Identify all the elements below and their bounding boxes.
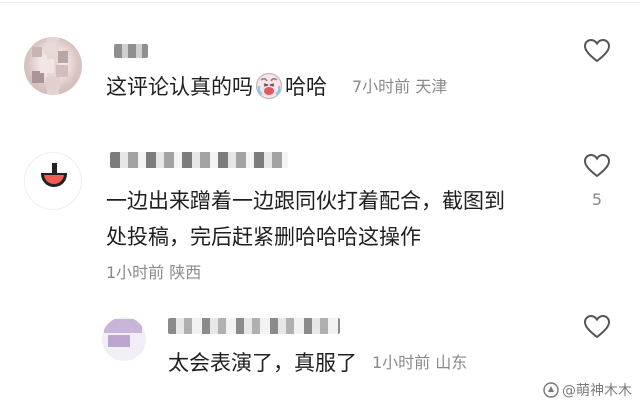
comment-text-part: 这评论认真的吗 [106,75,253,99]
avatar-graphic [41,173,67,187]
avatar[interactable] [102,317,146,361]
avatar-graphic [108,335,130,347]
comment-time: 1小时前 [372,353,431,372]
top-divider [0,2,640,3]
username-blurred[interactable] [110,152,288,168]
comment-time: 1小时前 [106,263,165,282]
avatar-graphic [104,319,142,333]
watermark: @萌神木木 [543,382,632,400]
comment-location: 陕西 [169,263,202,282]
comment-location: 山东 [435,353,468,372]
comment-meta: 1小时前 山东 [372,353,467,373]
username-blurred[interactable] [114,44,148,58]
watermark-text: @萌神木木 [562,383,632,399]
heart-outline-icon[interactable] [582,151,612,181]
comment-time: 7小时前 [352,77,411,96]
comment-section: 这评论认真的吗 哈哈 7小时前 天津 一边出来蹭着一边跟同伙打着配合，截图到 处… [0,0,640,408]
heart-outline-icon[interactable] [582,36,612,66]
comment-meta: 7小时前 天津 [352,77,447,97]
comment-location: 天津 [415,77,448,96]
comment-text: 这评论认真的吗 哈哈 [106,72,327,102]
comment-text-line: 处投稿，完后赶紧删哈哈哈这操作 [106,225,421,249]
avatar-graphic [52,163,57,173]
comment-text: 太会表演了，真服了 [168,351,357,375]
avatar[interactable] [24,152,82,210]
weibo-badge-icon [543,382,559,398]
like-count: 5 [591,190,603,209]
heart-outline-icon[interactable] [582,312,612,342]
crying-laughing-face-icon [255,72,283,100]
avatar[interactable] [24,37,82,95]
comment-text-part: 哈哈 [285,75,327,99]
comment-text-line: 一边出来蹭着一边跟同伙打着配合，截图到 [106,189,505,213]
comment-meta: 1小时前 陕西 [106,263,201,283]
username-blurred[interactable] [168,318,340,334]
avatar-mosaic [24,37,82,95]
